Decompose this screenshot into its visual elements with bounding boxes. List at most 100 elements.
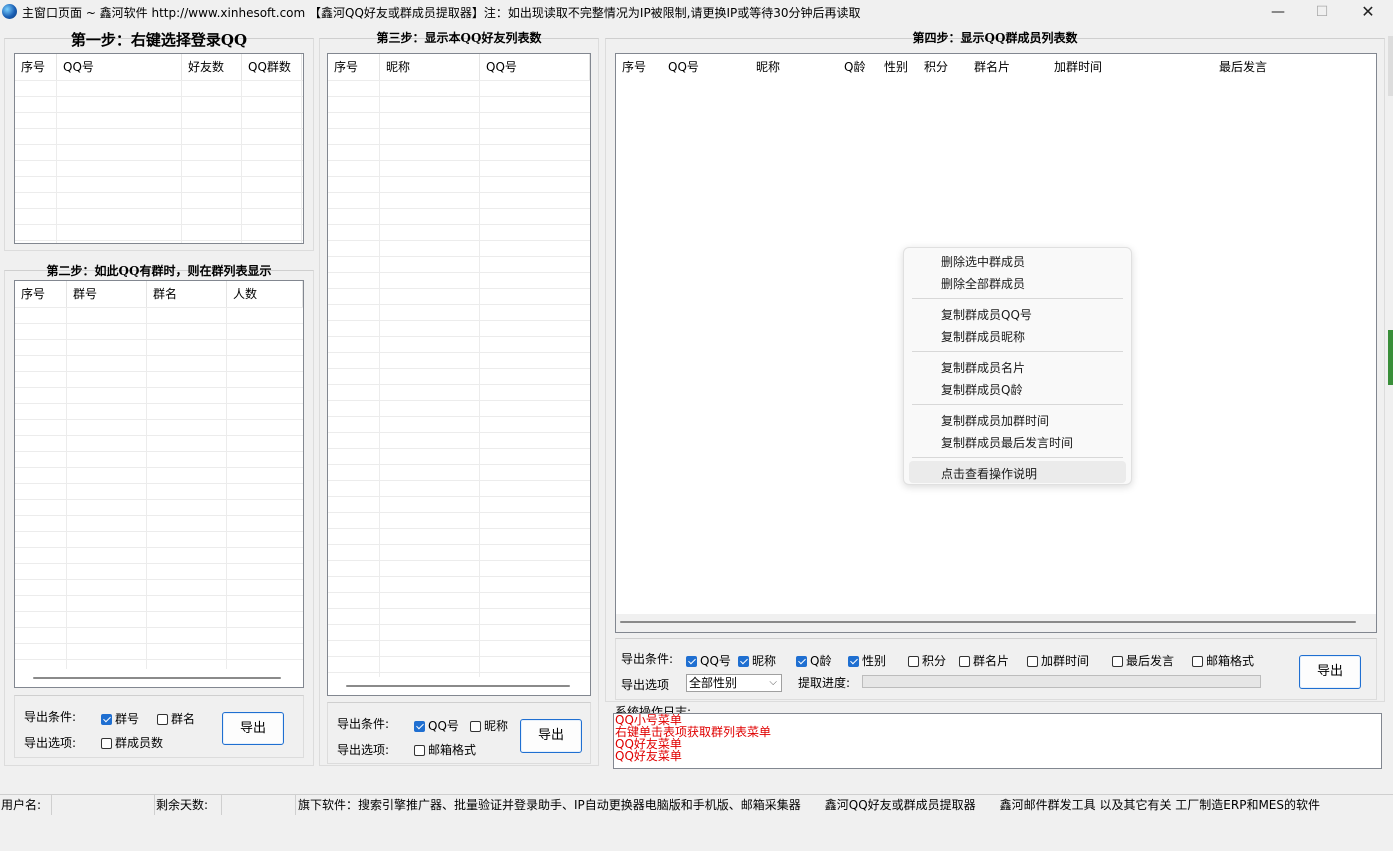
column-header[interactable]: 昵称 bbox=[750, 54, 838, 80]
group-list[interactable]: 序号 群号 群名 人数 bbox=[14, 280, 304, 688]
checkbox-qage[interactable]: Q龄 bbox=[796, 652, 831, 669]
friend-list[interactable]: 序号 昵称 QQ号 bbox=[327, 53, 591, 696]
list-rows bbox=[15, 307, 303, 669]
column-header[interactable]: 加群时间 bbox=[1048, 54, 1213, 80]
scrollbar-track bbox=[616, 614, 1376, 632]
status-user-value bbox=[52, 795, 155, 815]
checkbox-unchecked-icon bbox=[959, 656, 970, 667]
horizontal-scrollbar[interactable] bbox=[346, 685, 570, 687]
checkbox-join-time[interactable]: 加群时间 bbox=[1027, 652, 1089, 669]
menu-item-copy-join-time[interactable]: 复制群成员加群时间 bbox=[941, 412, 1049, 429]
checkbox-nickname[interactable]: 昵称 bbox=[470, 717, 508, 734]
column-header[interactable]: 序号 bbox=[328, 54, 380, 80]
menu-separator bbox=[912, 298, 1123, 299]
checkbox-unchecked-icon bbox=[414, 745, 425, 756]
checkbox-nickname[interactable]: 昵称 bbox=[738, 652, 776, 669]
checkbox-qq[interactable]: QQ号 bbox=[686, 652, 731, 669]
column-header[interactable]: QQ号 bbox=[480, 54, 590, 80]
menu-separator bbox=[912, 457, 1123, 458]
checkbox-unchecked-icon bbox=[1027, 656, 1038, 667]
status-days-value bbox=[222, 795, 296, 815]
menu-item-delete-selected[interactable]: 删除选中群成员 bbox=[941, 253, 1025, 270]
column-header[interactable]: 群名 bbox=[147, 281, 227, 307]
menu-item-copy-qage[interactable]: 复制群成员Q龄 bbox=[941, 381, 1022, 398]
column-header[interactable]: 群名片 bbox=[968, 54, 1048, 80]
checkbox-unchecked-icon bbox=[157, 714, 168, 725]
menu-separator bbox=[912, 351, 1123, 352]
chevron-down-icon: ⌵ bbox=[769, 677, 777, 688]
extract-progress-bar bbox=[862, 675, 1261, 688]
checkbox-group-no[interactable]: 群号 bbox=[101, 710, 139, 727]
checkbox-last-speak[interactable]: 最后发言 bbox=[1112, 652, 1174, 669]
step1-title: 第一步：右键选择登录QQ bbox=[70, 31, 248, 49]
column-header[interactable]: Q龄 bbox=[838, 54, 878, 80]
column-header[interactable]: 序号 bbox=[15, 281, 67, 307]
system-log[interactable]: QQ小号菜单 右键单击表项获取群列表菜单 QQ好友菜单 QQ好友菜单 bbox=[613, 713, 1382, 769]
column-header[interactable]: 人数 bbox=[227, 281, 303, 307]
export-option-label: 导出选项 bbox=[621, 678, 670, 692]
log-line: 右键单击表项获取群列表菜单 bbox=[615, 725, 772, 739]
group-member-list-header: 序号 QQ号 昵称 Q龄 性别 积分 群名片 加群时间 最后发言 bbox=[616, 54, 1376, 80]
checkbox-checked-icon bbox=[796, 656, 807, 667]
checkbox-group-name[interactable]: 群名 bbox=[157, 710, 195, 727]
checkbox-unchecked-icon bbox=[101, 738, 112, 749]
checkbox-checked-icon bbox=[738, 656, 749, 667]
step3-title: 第三步：显示本QQ好友列表数 bbox=[376, 31, 542, 45]
qq-account-list-header: 序号 QQ号 好友数 QQ群数 bbox=[15, 54, 303, 81]
friend-list-header: 序号 昵称 QQ号 bbox=[328, 54, 590, 81]
step4-title: 第四步：显示QQ群成员列表数 bbox=[912, 31, 1078, 45]
step3-export-button[interactable]: 导出 bbox=[520, 719, 582, 753]
gender-select[interactable]: 全部性别 ⌵ bbox=[686, 674, 782, 692]
step4-export-button[interactable]: 导出 bbox=[1299, 655, 1361, 689]
export-option-label: 导出选项: bbox=[24, 736, 77, 750]
column-header[interactable]: 最后发言 bbox=[1213, 54, 1376, 80]
checkbox-gender[interactable]: 性别 bbox=[848, 652, 886, 669]
checkbox-group-card[interactable]: 群名片 bbox=[959, 652, 1009, 669]
maximize-button[interactable]: ☐ bbox=[1299, 0, 1345, 24]
checkbox-unchecked-icon bbox=[470, 721, 481, 732]
status-bar: 用户名: 剩余天数: 旗下软件：搜索引擎推广器、批量验证并登录助手、IP自动更换… bbox=[0, 794, 1393, 816]
close-button[interactable]: ✕ bbox=[1345, 0, 1391, 24]
menu-item-copy-qq[interactable]: 复制群成员QQ号 bbox=[941, 306, 1032, 323]
column-header[interactable]: QQ号 bbox=[57, 54, 182, 80]
menu-item-copy-last-speak[interactable]: 复制群成员最后发言时间 bbox=[941, 434, 1073, 451]
minimize-button[interactable]: — bbox=[1255, 0, 1301, 24]
column-header[interactable]: 群号 bbox=[67, 281, 147, 307]
checkbox-member-count[interactable]: 群成员数 bbox=[101, 734, 163, 751]
checkbox-checked-icon bbox=[686, 656, 697, 667]
checkbox-email-format[interactable]: 邮箱格式 bbox=[414, 741, 476, 758]
log-line: QQ好友菜单 bbox=[615, 737, 682, 751]
column-header[interactable]: 序号 bbox=[616, 54, 662, 80]
app-globe-icon bbox=[2, 4, 17, 19]
column-header[interactable]: QQ号 bbox=[662, 54, 750, 80]
checkbox-unchecked-icon bbox=[1112, 656, 1123, 667]
column-header[interactable]: 积分 bbox=[918, 54, 968, 80]
export-option-label: 导出选项: bbox=[337, 743, 390, 757]
horizontal-scrollbar[interactable] bbox=[620, 621, 1356, 623]
step2-title: 第二步：如此QQ有群时，则在群列表显示 bbox=[46, 264, 272, 278]
menu-item-copy-nickname[interactable]: 复制群成员昵称 bbox=[941, 328, 1025, 345]
menu-separator bbox=[912, 404, 1123, 405]
checkbox-unchecked-icon bbox=[1192, 656, 1203, 667]
edge-indicator bbox=[1388, 330, 1393, 385]
log-line: QQ好友菜单 bbox=[615, 749, 682, 763]
menu-item-help[interactable]: 点击查看操作说明 bbox=[941, 465, 1037, 482]
column-header[interactable]: 昵称 bbox=[380, 54, 480, 80]
checkbox-unchecked-icon bbox=[908, 656, 919, 667]
menu-item-delete-all[interactable]: 删除全部群成员 bbox=[941, 275, 1025, 292]
checkbox-email-format[interactable]: 邮箱格式 bbox=[1192, 652, 1254, 669]
list-rows bbox=[15, 80, 303, 243]
horizontal-scrollbar[interactable] bbox=[33, 677, 281, 679]
window-title: 主窗口页面 ~ 鑫河软件 http://www.xinhesoft.com 【鑫… bbox=[22, 6, 861, 20]
edge-bar bbox=[1388, 36, 1393, 96]
checkbox-points[interactable]: 积分 bbox=[908, 652, 946, 669]
column-header[interactable]: QQ群数 bbox=[242, 54, 302, 80]
checkbox-qq[interactable]: QQ号 bbox=[414, 717, 459, 734]
checkbox-checked-icon bbox=[101, 714, 112, 725]
column-header[interactable]: 好友数 bbox=[182, 54, 242, 80]
column-header[interactable]: 序号 bbox=[15, 54, 57, 80]
column-header[interactable]: 性别 bbox=[878, 54, 918, 80]
qq-account-list[interactable]: 序号 QQ号 好友数 QQ群数 bbox=[14, 53, 304, 244]
menu-item-copy-card[interactable]: 复制群成员名片 bbox=[941, 359, 1025, 376]
step2-export-button[interactable]: 导出 bbox=[222, 712, 284, 745]
